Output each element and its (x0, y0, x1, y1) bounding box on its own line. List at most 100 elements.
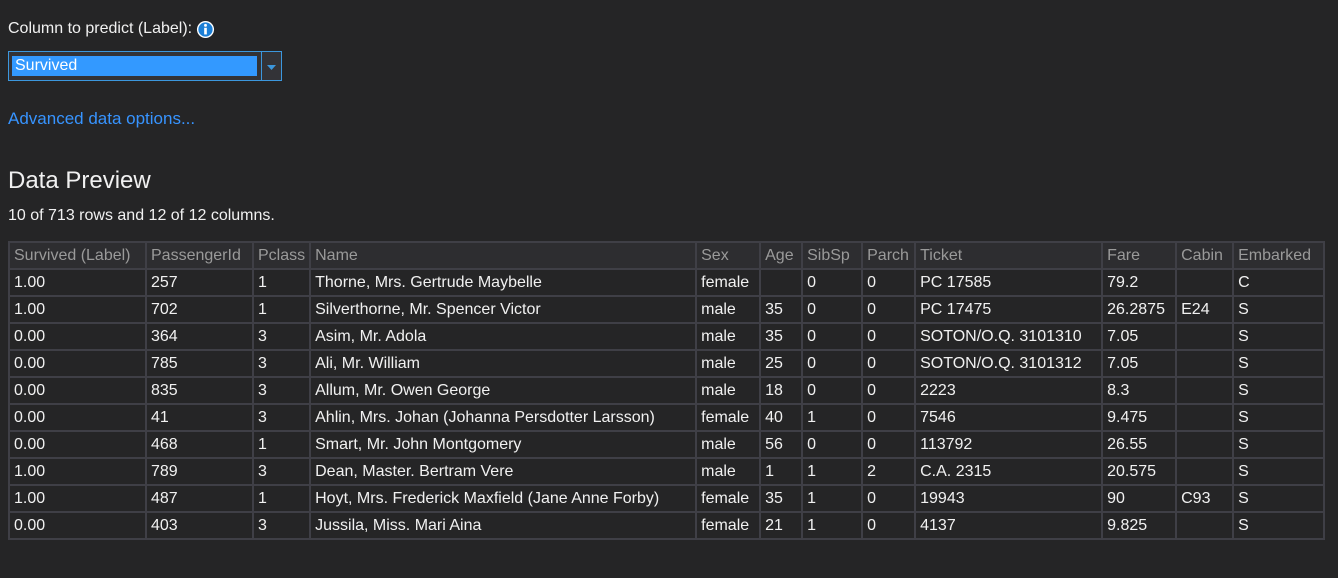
table-cell: 3 (251, 457, 312, 486)
table-cell: 0 (861, 430, 917, 459)
table-cell: 835 (145, 376, 254, 405)
table-cell: female (695, 403, 762, 432)
table-cell: female (695, 268, 762, 297)
table-cell: 1 (759, 457, 804, 486)
data-preview-table: Survived (Label) PassengerId Pclass Name… (8, 241, 1326, 540)
table-cell: 35 (759, 322, 804, 351)
table-cell: E24 (1175, 295, 1235, 324)
table-cell: 0.00 (8, 376, 147, 405)
table-cell: 40 (759, 403, 804, 432)
table-cell: 1 (251, 430, 312, 459)
chevron-down-icon (267, 57, 276, 75)
table-cell: 0 (861, 376, 917, 405)
table-cell (1175, 430, 1235, 459)
table-cell: S (1232, 376, 1326, 405)
table-cell: 90 (1101, 484, 1178, 513)
table-row[interactable]: 1.00 257 1 Thorne, Mrs. Gertrude Maybelle fe… (8, 268, 1326, 297)
table-cell: 364 (145, 322, 254, 351)
table-cell: 785 (145, 349, 254, 378)
table-row[interactable]: 0.00 835 3 Allum, Mr. Owen George male 18 0 0 22… (8, 376, 1326, 405)
table-cell: 19943 (914, 484, 1104, 513)
table-cell: S (1232, 349, 1326, 378)
table-cell: 20.575 (1101, 457, 1178, 486)
table-cell: 3 (251, 403, 312, 432)
table-cell: SOTON/O.Q. 3101312 (914, 349, 1104, 378)
table-cell: 0 (801, 295, 864, 324)
table-cell: 56 (759, 430, 804, 459)
table-cell: 35 (759, 295, 804, 324)
table-cell: 0 (861, 349, 917, 378)
column-header[interactable]: Pclass (251, 241, 312, 270)
table-cell: 1 (801, 511, 864, 540)
table-cell: 3 (251, 511, 312, 540)
column-header[interactable]: PassengerId (145, 241, 254, 270)
table-cell: S (1232, 484, 1326, 513)
label-column-prompt: Column to predict (Label): (8, 17, 215, 41)
table-cell: S (1232, 457, 1326, 486)
table-cell: Ali, Mr. William (309, 349, 698, 378)
table-cell: 487 (145, 484, 254, 513)
table-cell: 3 (251, 322, 312, 351)
table-cell: 0.00 (8, 349, 147, 378)
table-cell: 0 (801, 376, 864, 405)
column-header[interactable]: Fare (1101, 241, 1178, 270)
table-row[interactable]: 0.00 41 3 Ahlin, Mrs. Johan (Johanna Persdo… (8, 403, 1326, 432)
table-cell (1175, 376, 1235, 405)
table-cell: 26.55 (1101, 430, 1178, 459)
table-row[interactable]: 0.00 468 1 Smart, Mr. John Montgomery male 56… (8, 430, 1326, 459)
column-header[interactable]: Sex (695, 241, 762, 270)
column-header[interactable]: Age (759, 241, 804, 270)
table-cell: 1.00 (8, 295, 147, 324)
table-cell: S (1232, 295, 1326, 324)
column-header[interactable]: Parch (861, 241, 917, 270)
table-cell: Jussila, Miss. Mari Aina (309, 511, 698, 540)
table-cell: 0 (801, 430, 864, 459)
column-header[interactable]: Embarked (1232, 241, 1326, 270)
table-cell: 7546 (914, 403, 1104, 432)
table-row[interactable]: 1.00 789 3 Dean, Master. Bertram Vere male 1 1… (8, 457, 1326, 486)
table-cell: 4137 (914, 511, 1104, 540)
column-header[interactable]: SibSp (801, 241, 864, 270)
table-cell: 1 (801, 457, 864, 486)
column-header[interactable]: Cabin (1175, 241, 1235, 270)
dropdown-toggle-button[interactable] (261, 52, 281, 80)
table-cell: S (1232, 322, 1326, 351)
table-cell: 26.2875 (1101, 295, 1178, 324)
table-cell: 41 (145, 403, 254, 432)
table-row[interactable]: 1.00 702 1 Silverthorne, Mr. Spencer Victor… (8, 295, 1326, 324)
table-cell (1175, 349, 1235, 378)
table-cell: 9.825 (1101, 511, 1178, 540)
column-header[interactable]: Name (309, 241, 698, 270)
data-options-page: Column to predict (Label): Survived Adva… (0, 0, 1338, 578)
table-cell: female (695, 511, 762, 540)
table-cell: Allum, Mr. Owen George (309, 376, 698, 405)
table-cell: 0.00 (8, 403, 147, 432)
table-row[interactable]: 0.00 364 3 Asim, Mr. Adola male 35 0 0 SOTON/O.Q… (8, 322, 1326, 351)
table-cell: Smart, Mr. John Montgomery (309, 430, 698, 459)
table-body: 1.00 257 1 Thorne, Mrs. Gertrude Maybelle fe… (8, 268, 1326, 540)
table-cell: 0 (801, 268, 864, 297)
table-cell: 7.05 (1101, 349, 1178, 378)
table-cell: 0 (861, 268, 917, 297)
advanced-data-options-link[interactable]: Advanced data options... (8, 109, 195, 129)
table-cell: 8.3 (1101, 376, 1178, 405)
info-icon[interactable] (196, 20, 215, 39)
column-header[interactable]: Survived (Label) (8, 241, 147, 270)
table-cell: male (695, 457, 762, 486)
table-cell: SOTON/O.Q. 3101310 (914, 322, 1104, 351)
table-row[interactable]: 1.00 487 1 Hoyt, Mrs. Frederick Maxfield (J… (8, 484, 1326, 513)
table-cell: male (695, 430, 762, 459)
table-cell: 0 (861, 295, 917, 324)
label-column-dropdown[interactable]: Survived (8, 51, 282, 81)
table-cell: male (695, 376, 762, 405)
table-cell: 9.475 (1101, 403, 1178, 432)
table-cell: 21 (759, 511, 804, 540)
table-cell: 1 (801, 484, 864, 513)
table-row[interactable]: 0.00 785 3 Ali, Mr. William male 25 0 0 SOTON/O.… (8, 349, 1326, 378)
table-cell: C.A. 2315 (914, 457, 1104, 486)
table-row[interactable]: 0.00 403 3 Jussila, Miss. Mari Aina female 21… (8, 511, 1326, 540)
table-cell: 0 (861, 484, 917, 513)
column-header[interactable]: Ticket (914, 241, 1104, 270)
table-cell: 1.00 (8, 484, 147, 513)
table-cell (1175, 457, 1235, 486)
